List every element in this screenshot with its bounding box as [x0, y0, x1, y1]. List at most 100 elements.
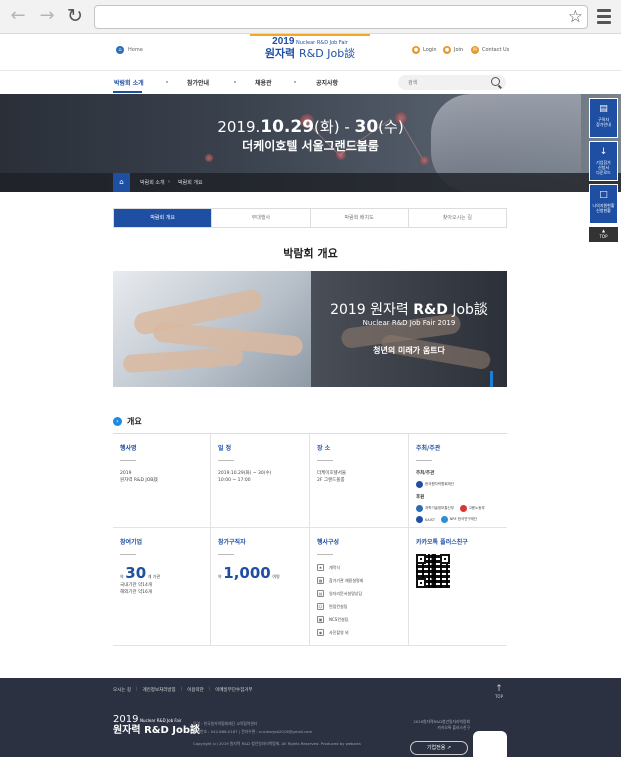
- home-link[interactable]: ⌂ Home: [116, 46, 143, 54]
- qr-finder: [416, 578, 426, 588]
- cell-title: 참여기업: [120, 539, 143, 546]
- org-emblem-icon: [459, 505, 467, 512]
- join-link[interactable]: ● Join: [443, 46, 463, 54]
- program-item-label: 일자리문서설명상담: [329, 590, 363, 596]
- breadcrumb-home-icon[interactable]: ⌂: [113, 173, 130, 192]
- kakao-qr-code[interactable]: [416, 554, 450, 588]
- cell-host: 주최/주관 주최/주관 한국원자력협회재단 후원 과학기술정보통신부 고용노동부…: [409, 434, 507, 528]
- cell-rule: [317, 460, 333, 461]
- quick-menu-status[interactable]: □ 나의지원현황 신청현황: [589, 184, 618, 224]
- host-org-logo: 한국원자력협회재단: [416, 481, 454, 488]
- footer-top-button[interactable]: ↑ TOP: [493, 684, 505, 699]
- footer-link[interactable]: 오시는 길: [113, 687, 131, 693]
- breadcrumb-item[interactable]: 박람회 소개: [140, 179, 165, 186]
- nav-separator: [234, 81, 236, 83]
- footer-links: 오시는 길 | 개인정보처리방침 | 이용약관 | 이메일무단수집거부: [113, 687, 253, 693]
- breadcrumb: ⌂ 박람회 소개 › 박람회 개요: [0, 173, 621, 192]
- quick-menu-seeker[interactable]: ▤ 구직자 참가안내: [589, 98, 618, 138]
- breadcrumb-item[interactable]: 박람회 개요: [178, 179, 203, 186]
- cell-title: 참가구직자: [218, 539, 246, 546]
- cell-title: 행사명: [120, 445, 137, 452]
- support-org-name: NRF 한국연구재단: [449, 517, 478, 521]
- logo-title-kr: 원자력: [264, 47, 296, 60]
- logo-year: 2019: [272, 36, 295, 47]
- sub-tabs: 박람회 개요 부대행사 박람회 배치도 찾아오시는 길: [113, 208, 507, 228]
- reload-icon[interactable]: ↻: [65, 6, 85, 26]
- banner-photo-left: [113, 271, 311, 387]
- nav-item-participation[interactable]: 참가안내: [187, 78, 209, 87]
- footer-logo-sub: Nuclear R&D Job Fair: [140, 718, 182, 723]
- document-icon: ▤: [317, 590, 324, 597]
- cell-job-seekers: 참가구직자 약 1,000 여명: [211, 528, 310, 646]
- file-icon: □: [599, 190, 608, 200]
- document-icon: ▤: [599, 104, 608, 114]
- org-emblem-icon: [416, 516, 423, 523]
- chevron-right-icon: ›: [113, 417, 122, 426]
- cell-text: 2019 원자력 R&D JOB談: [120, 471, 158, 483]
- program-item: ◉ 사진촬영 외: [317, 629, 401, 636]
- lock-icon: ●: [412, 46, 420, 54]
- host-label: 주최/주관: [416, 471, 435, 476]
- seekers-unit: 여명: [272, 574, 280, 579]
- footer-widget-box[interactable]: [473, 731, 507, 757]
- back-icon[interactable]: ←: [8, 6, 28, 26]
- interview-icon: ☺: [317, 603, 324, 610]
- search-input[interactable]: [398, 75, 478, 90]
- cell-rule: [218, 460, 234, 461]
- contact-link[interactable]: ✉ Contact Us: [471, 46, 509, 54]
- footer-link[interactable]: 이메일무단수집거부: [215, 687, 252, 693]
- cell-event-name: 행사명 2019 원자력 R&D JOB談: [113, 434, 211, 528]
- org-emblem-icon: [440, 516, 448, 523]
- org-emblem-icon: [416, 505, 423, 512]
- company-only-label: 기업전용: [426, 745, 446, 751]
- login-link[interactable]: ● Login: [412, 46, 437, 54]
- site-header: ⌂ Home 2019 Nuclear R&D Job Fair 원자력 R&D…: [0, 34, 621, 70]
- browser-toolbar: ← → ↻ ☆: [0, 0, 621, 34]
- seekers-count: 1,000: [223, 564, 271, 582]
- program-item: ☺ 면접컨설팅: [317, 603, 401, 610]
- nav-active-indicator: [113, 91, 142, 93]
- nav-item-about[interactable]: 박람회 소개: [114, 78, 144, 87]
- tab-floor-plan[interactable]: 박람회 배치도: [309, 209, 408, 227]
- tab-directions[interactable]: 찾아오시는 길: [407, 209, 506, 227]
- quick-menu-download[interactable]: ↓ 기업참가 신청서 다운로드: [589, 141, 618, 181]
- contact-label: Contact Us: [482, 47, 510, 53]
- footer-info-line: 운영 : 한국원자력협회재단 교육협력센터: [193, 721, 258, 726]
- site-logo[interactable]: 2019 Nuclear R&D Job Fair 원자력 R&D Job談: [250, 34, 370, 70]
- cell-title: 장 소: [317, 445, 331, 452]
- tab-overview[interactable]: 박람회 개요: [114, 209, 212, 227]
- quick-menu-label: 나의지원현황 신청현황: [592, 203, 615, 213]
- menu-icon[interactable]: [597, 9, 611, 27]
- program-item: ▦ 참가기관 채용설명회: [317, 577, 401, 584]
- banner-title: 2019 원자력 R&D Job談: [311, 299, 507, 319]
- overview-banner: 2019 원자력 R&D Job談 Nuclear R&D Job Fair 2…: [113, 271, 507, 387]
- scroll-top-button[interactable]: ▲ TOP: [589, 227, 618, 242]
- tab-side-events[interactable]: 부대행사: [211, 209, 309, 227]
- cell-title: 일 정: [218, 445, 232, 452]
- page-title: 박람회 개요: [283, 247, 338, 260]
- companies-unit: 개 기관: [147, 574, 161, 579]
- logo-title-en: R&D Job談: [299, 47, 356, 60]
- company-only-button[interactable]: 기업전용 ↗: [410, 741, 468, 755]
- cell-rule: [120, 554, 136, 555]
- hero-date: 2019.10.29(화) - 30(수): [0, 116, 621, 137]
- forward-icon[interactable]: →: [37, 6, 57, 26]
- ceremony-icon: ★: [317, 564, 324, 571]
- footer-link[interactable]: 개인정보처리방침: [143, 687, 176, 693]
- footer-logo: 2019 Nuclear R&D Job Fair 원자력 R&D Job談: [113, 714, 200, 736]
- nav-item-notice[interactable]: 공지사항: [316, 78, 338, 87]
- program-item: ▣ NCS컨설팅: [317, 616, 401, 623]
- program-item-label: NCS컨설팅: [329, 616, 349, 622]
- monitor-icon: ▣: [317, 616, 324, 623]
- logo-sub: Nuclear R&D Job Fair: [295, 40, 348, 46]
- star-icon[interactable]: ☆: [568, 7, 583, 27]
- address-bar[interactable]: ☆: [94, 5, 588, 29]
- nav-item-jobs[interactable]: 채용관: [255, 78, 272, 87]
- overview-heading: › 개요: [113, 416, 142, 427]
- program-item: ▤ 일자리문서설명상담: [317, 590, 401, 597]
- support-org-name: 과학기술정보통신부: [425, 506, 454, 510]
- footer-link[interactable]: 이용약관: [187, 687, 204, 693]
- cell-title: 행사구성: [317, 539, 340, 546]
- search-icon[interactable]: [491, 77, 500, 86]
- footer-separator: |: [180, 687, 183, 692]
